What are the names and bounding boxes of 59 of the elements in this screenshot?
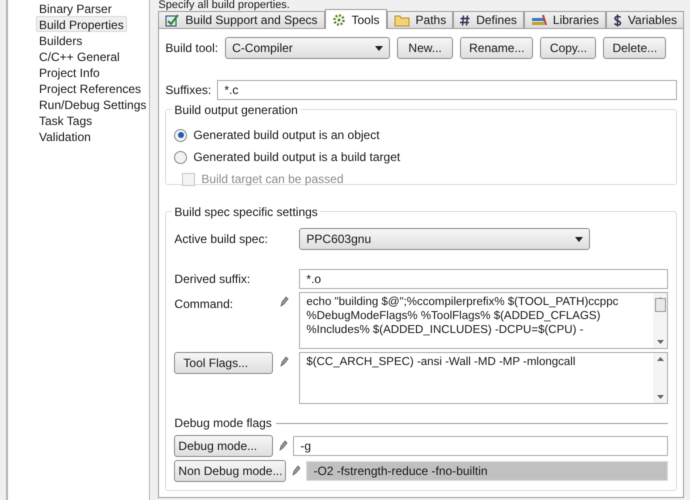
- tab[interactable]: Defines: [453, 11, 524, 28]
- text-field[interactable]: *.c: [217, 80, 678, 100]
- hash-icon: [460, 14, 470, 26]
- scrollbar[interactable]: [653, 293, 668, 348]
- pencil-icon: [279, 356, 290, 368]
- tree-item[interactable]: Project References: [36, 80, 144, 96]
- push-button[interactable]: New...: [397, 37, 454, 59]
- text-area[interactable]: echo "building $@";%ccompilerprefix% $(TOOL_PATH)ccppc %DebugModeFlags% %ToolFlags% $(ADDED_CFLAGS) %Includes% $(ADDED_INCLUDES) -DCPU=$(CPU) -: [299, 292, 668, 349]
- books-icon: [530, 14, 547, 26]
- tree-item[interactable]: Builders: [36, 32, 86, 48]
- tree-item[interactable]: Build Properties: [36, 16, 127, 32]
- checkbox-icon: [165, 13, 180, 27]
- caret-icon: [375, 46, 384, 50]
- radio-button[interactable]: [174, 150, 188, 164]
- tab[interactable]: Libraries: [524, 11, 606, 28]
- gear-icon: [332, 12, 346, 26]
- field-label: Command:: [174, 296, 234, 313]
- push-button[interactable]: Delete...: [603, 37, 666, 59]
- radio-button[interactable]: [174, 128, 188, 142]
- field-label: Derived suffix:: [174, 271, 252, 288]
- dollar-icon: [612, 14, 622, 26]
- field-label: Suffixes:: [165, 82, 212, 99]
- option-label: Generated build output is an object: [193, 127, 380, 144]
- tree-item[interactable]: Binary Parser: [36, 0, 115, 16]
- page-description: Specify all build properties.: [158, 0, 291, 10]
- field-label: Active build spec:: [174, 231, 269, 248]
- text-field[interactable]: -g: [293, 436, 668, 456]
- field-label: Build tool:: [165, 40, 218, 57]
- scroll-up-icon[interactable]: [656, 357, 664, 361]
- tree-item[interactable]: Project Info: [36, 64, 103, 80]
- tab[interactable]: Paths: [386, 11, 454, 28]
- scrollbar[interactable]: [653, 353, 668, 403]
- scroll-thumb[interactable]: [654, 298, 666, 312]
- tree-item[interactable]: C/C++ General: [36, 48, 123, 64]
- tab[interactable]: Variables: [606, 11, 684, 28]
- dropdown[interactable]: PPC603gnu: [299, 228, 590, 250]
- pencil-icon: [279, 296, 290, 308]
- tree-item[interactable]: Validation: [36, 128, 94, 144]
- pencil-icon: [291, 465, 302, 477]
- push-button[interactable]: Non Debug mode...: [174, 460, 286, 482]
- text-area[interactable]: $(CC_ARCH_SPEC) -ansi -Wall -MD -MP -mlongcall: [299, 352, 668, 404]
- text-field[interactable]: -O2 -fstrength-reduce -fno-builtin: [306, 461, 668, 481]
- push-button[interactable]: Rename...: [460, 37, 534, 59]
- scroll-down-icon[interactable]: [656, 340, 664, 344]
- push-button[interactable]: Debug mode...: [174, 435, 274, 457]
- tree-item[interactable]: Run/Debug Settings: [36, 96, 150, 112]
- tree-item[interactable]: Task Tags: [36, 112, 96, 128]
- pencil-icon: [278, 440, 288, 452]
- scroll-down-icon[interactable]: [656, 395, 664, 399]
- tab[interactable]: Tools: [324, 9, 387, 29]
- push-button[interactable]: Copy...: [540, 37, 596, 59]
- tab[interactable]: Build Support and Specs: [158, 11, 324, 28]
- text-field[interactable]: *.o: [299, 269, 668, 289]
- caret-icon: [575, 236, 584, 242]
- push-button[interactable]: Tool Flags...: [174, 352, 274, 374]
- option-label: Generated build output is a build target: [193, 149, 400, 166]
- dropdown[interactable]: C-Compiler: [225, 37, 390, 59]
- option-label: Build target can be passed: [201, 171, 344, 188]
- section-title: Debug mode flags: [174, 415, 273, 432]
